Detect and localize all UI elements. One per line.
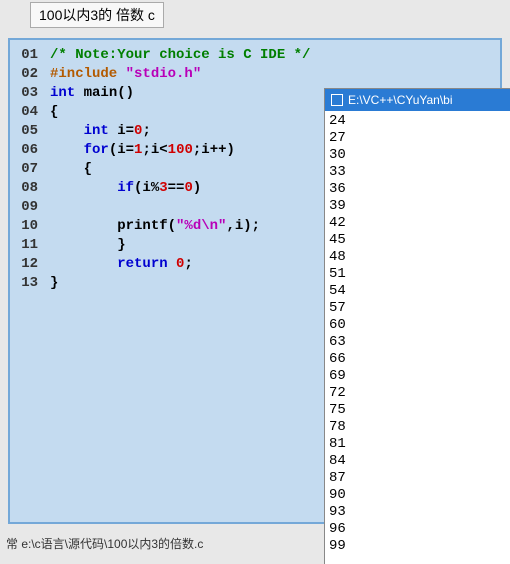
line-number: 05 bbox=[14, 122, 38, 141]
console-output: 2427303336394245485154576063666972757881… bbox=[325, 111, 510, 557]
console-line: 87 bbox=[329, 470, 506, 487]
line-number: 07 bbox=[14, 160, 38, 179]
console-line: 66 bbox=[329, 351, 506, 368]
line-number: 13 bbox=[14, 274, 38, 293]
kw-return: return bbox=[117, 256, 167, 272]
console-line: 42 bbox=[329, 215, 506, 232]
status-bar: 常 e:\c语言\源代码\100以内3的倍数.c bbox=[6, 535, 203, 552]
console-line: 75 bbox=[329, 402, 506, 419]
console-line: 84 bbox=[329, 453, 506, 470]
console-line: 48 bbox=[329, 249, 506, 266]
brace-open: { bbox=[84, 161, 92, 177]
code-include: #include bbox=[50, 66, 126, 82]
console-line: 27 bbox=[329, 130, 506, 147]
console-line: 33 bbox=[329, 164, 506, 181]
console-titlebar[interactable]: E:\VC++\CYuYan\bi bbox=[325, 89, 510, 111]
console-line: 24 bbox=[329, 113, 506, 130]
file-tab[interactable]: 100以内3的 倍数 c bbox=[30, 2, 164, 28]
console-line: 72 bbox=[329, 385, 506, 402]
kw-int: int bbox=[50, 85, 75, 101]
for-open: (i= bbox=[109, 142, 134, 158]
console-title-text: E:\VC++\CYuYan\bi bbox=[348, 93, 453, 107]
console-line: 39 bbox=[329, 198, 506, 215]
printf-call: printf( bbox=[117, 218, 176, 234]
semi: ; bbox=[142, 123, 150, 139]
kw-for: for bbox=[84, 142, 109, 158]
console-line: 51 bbox=[329, 266, 506, 283]
ident-main: main() bbox=[75, 85, 134, 101]
num-3: 3 bbox=[159, 180, 167, 196]
line-number: 06 bbox=[14, 141, 38, 160]
eq: == bbox=[168, 180, 185, 196]
decl-i: i= bbox=[109, 123, 134, 139]
console-line: 54 bbox=[329, 283, 506, 300]
console-line: 69 bbox=[329, 368, 506, 385]
console-line: 93 bbox=[329, 504, 506, 521]
console-line: 63 bbox=[329, 334, 506, 351]
brace-close: } bbox=[117, 237, 125, 253]
console-line: 96 bbox=[329, 521, 506, 538]
console-line: 36 bbox=[329, 181, 506, 198]
console-icon bbox=[331, 94, 343, 106]
console-line: 57 bbox=[329, 300, 506, 317]
console-line: 78 bbox=[329, 419, 506, 436]
console-line: 60 bbox=[329, 317, 506, 334]
num-zero: 0 bbox=[184, 180, 192, 196]
printf-end: ,i); bbox=[226, 218, 260, 234]
console-window[interactable]: E:\VC++\CYuYan\bi 2427303336394245485154… bbox=[324, 88, 510, 564]
code-comment: /* Note:Your choice is C IDE */ bbox=[50, 47, 310, 63]
status-text: 常 e:\c语言\源代码\100以内3的倍数.c bbox=[6, 537, 203, 551]
console-line: 45 bbox=[329, 232, 506, 249]
code-header: "stdio.h" bbox=[126, 66, 202, 82]
line-gutter: 01020304050607080910111213 bbox=[14, 44, 44, 518]
line-number: 08 bbox=[14, 179, 38, 198]
semi: ; bbox=[184, 256, 192, 272]
for-mid: ;i< bbox=[142, 142, 167, 158]
console-line: 81 bbox=[329, 436, 506, 453]
if-open: (i% bbox=[134, 180, 159, 196]
kw-if: if bbox=[117, 180, 134, 196]
line-number: 01 bbox=[14, 46, 38, 65]
brace-open: { bbox=[50, 104, 58, 120]
console-line: 99 bbox=[329, 538, 506, 555]
console-line: 30 bbox=[329, 147, 506, 164]
kw-int: int bbox=[84, 123, 109, 139]
line-number: 09 bbox=[14, 198, 38, 217]
if-close: ) bbox=[193, 180, 201, 196]
line-number: 02 bbox=[14, 65, 38, 84]
line-number: 03 bbox=[14, 84, 38, 103]
line-number: 11 bbox=[14, 236, 38, 255]
file-tab-label: 100以内3的 倍数 c bbox=[39, 7, 155, 23]
num-100: 100 bbox=[168, 142, 193, 158]
line-number: 10 bbox=[14, 217, 38, 236]
fmt-string: "%d\n" bbox=[176, 218, 226, 234]
brace-close: } bbox=[50, 275, 58, 291]
line-number: 04 bbox=[14, 103, 38, 122]
line-number: 12 bbox=[14, 255, 38, 274]
console-line: 90 bbox=[329, 487, 506, 504]
for-end: ;i++) bbox=[193, 142, 235, 158]
